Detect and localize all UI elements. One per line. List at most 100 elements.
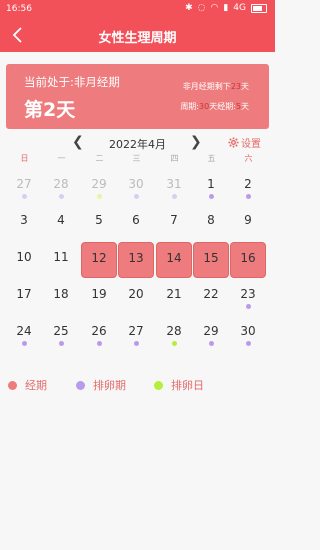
calendar-day[interactable]: 8 — [193, 204, 229, 240]
day-number: 22 — [203, 287, 219, 301]
day-number: 6 — [132, 213, 140, 227]
day-number: 18 — [53, 287, 69, 301]
calendar-day[interactable]: 10 — [6, 241, 42, 277]
calendar-day[interactable]: 16 — [230, 242, 266, 278]
gear-icon — [228, 137, 239, 148]
next-month-icon[interactable]: ❯ — [190, 134, 202, 150]
calendar-day[interactable]: 15 — [193, 242, 229, 278]
day-marker-dot — [59, 341, 64, 346]
calendar-day[interactable]: 3 — [6, 204, 42, 240]
legend-item: 排卵日 — [154, 377, 204, 393]
calendar-day[interactable]: 20 — [118, 278, 154, 314]
calendar-day[interactable]: 25 — [43, 315, 79, 351]
day-marker-dot — [22, 194, 27, 199]
day-marker-dot — [172, 194, 177, 199]
day-number: 24 — [16, 324, 32, 338]
day-number: 1 — [207, 177, 215, 191]
day-marker-dot — [134, 194, 139, 199]
cycle-info: 周期:30天经期:5天 — [180, 102, 249, 111]
legend-item: 经期 — [8, 377, 47, 393]
calendar-day[interactable]: 11 — [43, 241, 79, 277]
legend-swatch — [154, 380, 163, 390]
calendar-day[interactable]: 22 — [193, 278, 229, 314]
day-number: 29 — [203, 324, 219, 338]
current-phase: 当前处于:非月经期 — [24, 75, 120, 89]
calendar-day[interactable]: 27 — [6, 168, 42, 204]
day-number: 8 — [207, 213, 215, 227]
day-marker-dot — [97, 341, 102, 346]
legend-swatch — [8, 380, 17, 390]
calendar-day[interactable]: 31 — [156, 168, 192, 204]
mute-icon: ◌ — [197, 3, 206, 13]
wifi-icon: ◠ — [210, 3, 219, 13]
day-number: 30 — [240, 324, 256, 338]
settings-label: 设置 — [241, 139, 261, 150]
status-time: 16:56 — [6, 4, 32, 14]
weekday-label: 五 — [207, 154, 216, 163]
legend: 经期 排卵期 排卵日 — [0, 377, 275, 393]
day-number: 15 — [203, 251, 219, 265]
calendar-day[interactable]: 14 — [156, 242, 192, 278]
day-marker-dot — [97, 194, 102, 199]
day-number: 3 — [20, 213, 28, 227]
calendar-day[interactable]: 5 — [81, 204, 117, 240]
calendar-day[interactable]: 12 — [81, 242, 117, 278]
day-number: 28 — [166, 324, 182, 338]
legend-swatch — [76, 380, 85, 390]
day-number: 28 — [53, 177, 69, 191]
calendar-day[interactable]: 30 — [230, 315, 266, 351]
status-bar: 16:56 ✱ ◌ ◠ ▮ 4G — [0, 0, 275, 18]
signal-icon: ▮ — [223, 3, 229, 13]
day-number: 2 — [244, 177, 252, 191]
day-number: 30 — [128, 177, 144, 191]
calendar-day[interactable]: 27 — [118, 315, 154, 351]
day-number: 23 — [240, 287, 256, 301]
calendar-day[interactable]: 28 — [43, 168, 79, 204]
weekday-label: 二 — [95, 154, 104, 163]
day-number: 25 — [53, 324, 69, 338]
weekday-label: 三 — [132, 154, 141, 163]
legend-label: 排卵期 — [93, 379, 126, 392]
legend-item: 排卵期 — [76, 377, 126, 393]
day-number: 13 — [128, 251, 144, 265]
day-number: 27 — [128, 324, 144, 338]
calendar-day[interactable]: 1 — [193, 168, 229, 204]
calendar-day[interactable]: 13 — [118, 242, 154, 278]
calendar-day[interactable]: 28 — [156, 315, 192, 351]
day-number: 19 — [91, 287, 107, 301]
calendar-day[interactable]: 24 — [6, 315, 42, 351]
calendar-day[interactable]: 2 — [230, 168, 266, 204]
day-marker-dot — [59, 194, 64, 199]
day-number: 9 — [244, 213, 252, 227]
calendar-day[interactable]: 17 — [6, 278, 42, 314]
day-number: 17 — [16, 287, 32, 301]
day-number: 16 — [240, 251, 256, 265]
day-number: 14 — [166, 251, 182, 265]
calendar-day[interactable]: 30 — [118, 168, 154, 204]
day-number: 31 — [166, 177, 182, 191]
network-type: 4G — [233, 3, 246, 13]
month-navigation: ❮ 2022年4月 ❯ 设置 — [0, 132, 275, 152]
day-number: 4 — [57, 213, 65, 227]
calendar-day[interactable]: 23 — [230, 278, 266, 314]
calendar-day[interactable]: 29 — [193, 315, 229, 351]
calendar-day[interactable]: 19 — [81, 278, 117, 314]
calendar-day[interactable]: 26 — [81, 315, 117, 351]
calendar-day[interactable]: 7 — [156, 204, 192, 240]
remaining-days: 非月经期剩下23天 — [182, 82, 249, 91]
weekday-label: 一 — [57, 154, 66, 163]
status-icons: ✱ ◌ ◠ ▮ 4G — [185, 3, 267, 13]
calendar-day[interactable]: 4 — [43, 204, 79, 240]
day-number: 7 — [170, 213, 178, 227]
day-number: 29 — [91, 177, 107, 191]
calendar-day[interactable]: 6 — [118, 204, 154, 240]
cycle-summary-card: 当前处于:非月经期 第2天 非月经期剩下23天 周期:30天经期:5天 — [6, 64, 269, 129]
settings-button[interactable]: 设置 — [228, 135, 261, 150]
day-number: 20 — [128, 287, 144, 301]
calendar-day[interactable]: 9 — [230, 204, 266, 240]
current-day: 第2天 — [24, 99, 76, 121]
calendar-day[interactable]: 21 — [156, 278, 192, 314]
day-marker-dot — [209, 341, 214, 346]
calendar-day[interactable]: 29 — [81, 168, 117, 204]
calendar-day[interactable]: 18 — [43, 278, 79, 314]
